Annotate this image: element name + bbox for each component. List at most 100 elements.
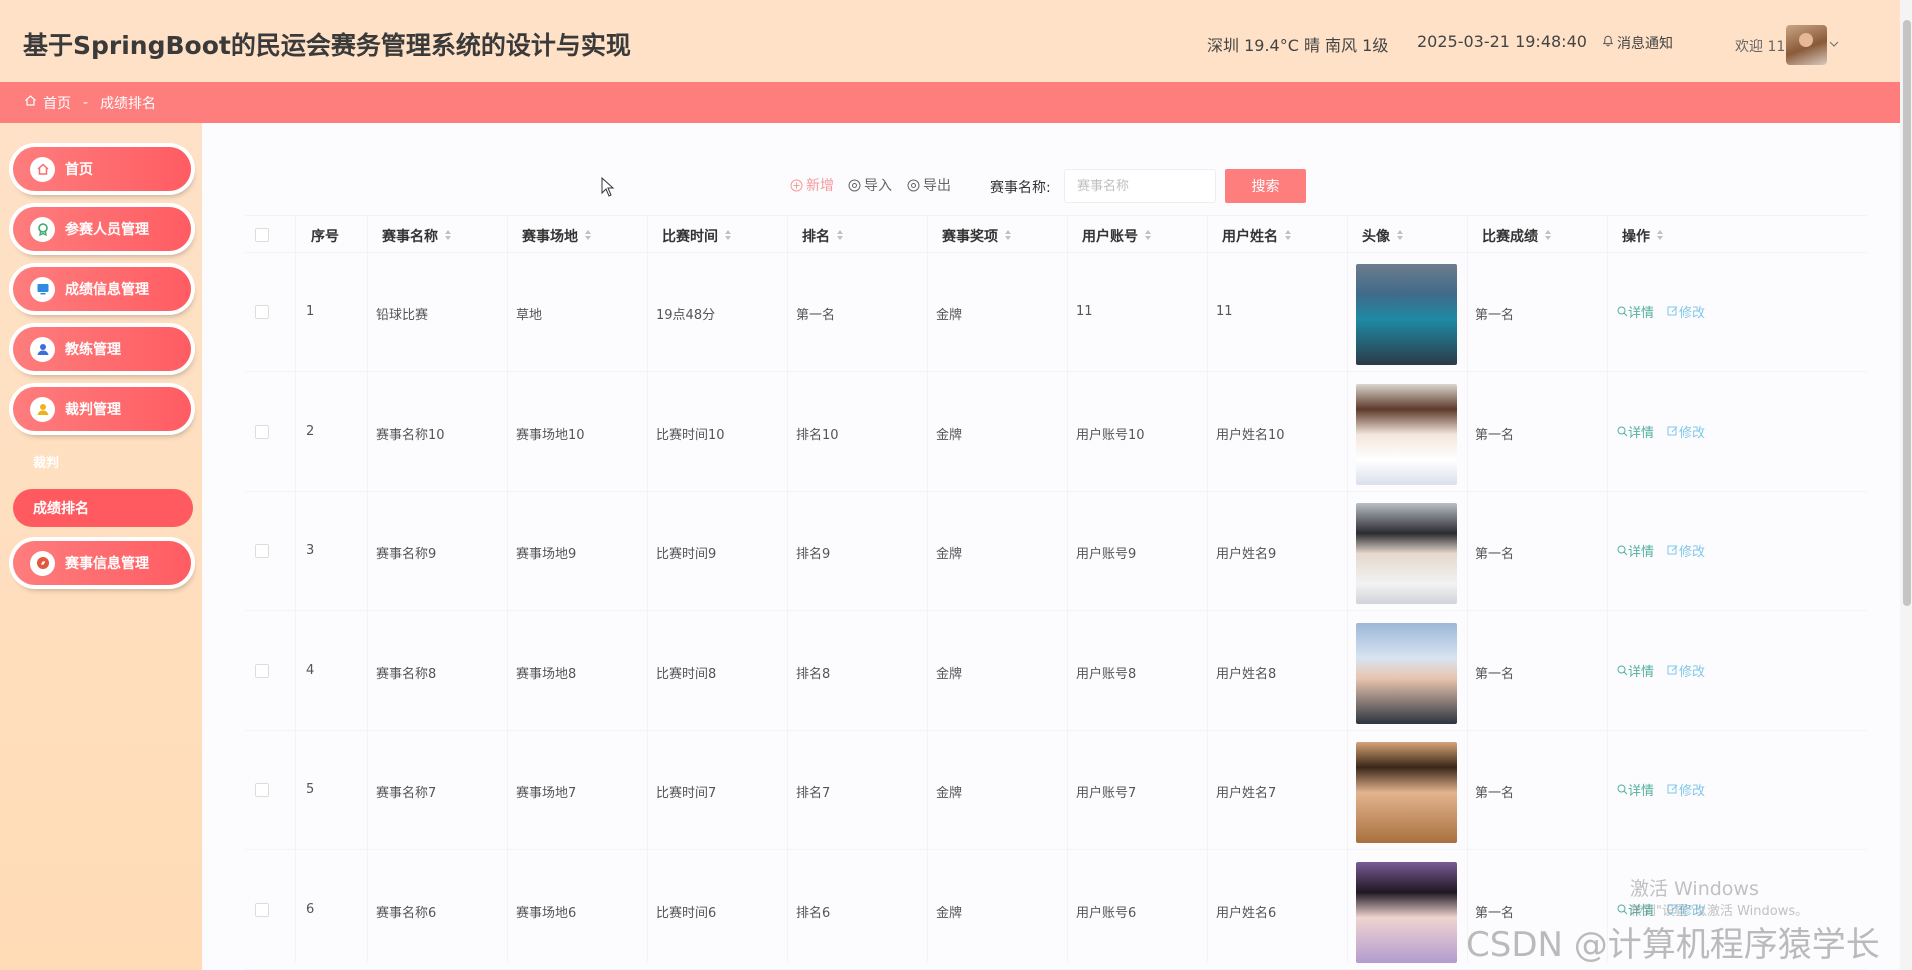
sort-icon[interactable] [1544, 230, 1552, 244]
edit-button[interactable]: 修改 [1667, 422, 1705, 441]
chevron-down-icon[interactable] [1829, 38, 1839, 51]
add-button[interactable]: 新增 [790, 175, 834, 195]
csdn-watermark: CSDN @计算机程序猿学长 [1466, 925, 1880, 965]
compass-icon [30, 550, 55, 576]
table-row: 2 赛事名称10 赛事场地10 比赛时间10 排名10 金牌 用户账号10 用户姓名10 第一名… [245, 373, 1867, 492]
cell-venue: 赛事场地7 [516, 786, 577, 801]
header-label: 用户姓名 [1222, 229, 1278, 245]
export-icon [907, 179, 920, 191]
avatar-thumbnail[interactable] [1356, 264, 1457, 365]
edit-button[interactable]: 修改 [1667, 780, 1705, 799]
cell-time: 19点48分 [656, 308, 716, 323]
cell-time: 比赛时间7 [656, 786, 717, 801]
import-icon [848, 179, 861, 191]
cell-award: 金牌 [936, 905, 963, 921]
avatar-thumbnail[interactable] [1356, 383, 1457, 485]
cell-award: 金牌 [936, 427, 963, 443]
avatar-thumbnail[interactable] [1356, 503, 1457, 604]
header-label: 用户账号 [1082, 229, 1138, 245]
detail-button[interactable]: 详情 [1617, 302, 1654, 321]
header-label: 比赛时间 [662, 229, 718, 245]
sidebar-item-participants[interactable]: 参赛人员管理 [13, 207, 191, 251]
sort-icon[interactable] [584, 230, 592, 244]
header-col-time[interactable]: 比赛时间 [662, 226, 732, 246]
header-col-score[interactable]: 比赛成绩 [1482, 226, 1552, 246]
table-row: 4 赛事名称8 赛事场地8 比赛时间8 排名8 金牌 用户账号8 用户姓名8 第一名 详情 修改 [245, 612, 1867, 731]
notification-label: 消息通知 [1617, 36, 1673, 52]
sort-icon[interactable] [1004, 230, 1012, 244]
scrollbar-thumb[interactable] [1903, 20, 1911, 606]
edit-label: 修改 [1679, 425, 1706, 441]
breadcrumb-home[interactable]: 首页 [43, 93, 71, 113]
header-col-award[interactable]: 赛事奖项 [942, 226, 1012, 246]
header-col-venue[interactable]: 赛事场地 [522, 226, 592, 246]
notification-link[interactable]: 消息通知 [1602, 33, 1673, 53]
sidebar-item-referees[interactable]: 裁判管理 [13, 387, 191, 431]
header-col-event-name[interactable]: 赛事名称 [382, 226, 452, 246]
sidebar-item-events[interactable]: 赛事信息管理 [13, 541, 191, 585]
user-icon [30, 336, 55, 362]
header-col-account[interactable]: 用户账号 [1082, 226, 1152, 246]
cell-account: 用户账号7 [1076, 786, 1137, 801]
sidebar-item-home[interactable]: 首页 [13, 147, 191, 191]
export-button[interactable]: 导出 [907, 175, 951, 195]
search-icon [1617, 426, 1628, 436]
header-label: 赛事奖项 [942, 229, 998, 245]
sidebar-item-label: 教练管理 [65, 342, 121, 358]
search-input[interactable] [1064, 169, 1216, 203]
submenu-label[interactable]: 裁判 [33, 452, 59, 471]
header-label: 头像 [1362, 229, 1390, 245]
cell-event-name: 赛事名称6 [376, 905, 437, 921]
avatar-thumbnail[interactable] [1356, 861, 1457, 963]
avatar[interactable] [1786, 25, 1827, 65]
header-col-avatar[interactable]: 头像 [1362, 226, 1404, 246]
search-label: 赛事名称: [990, 180, 1051, 196]
avatar-thumbnail[interactable] [1356, 742, 1457, 843]
search-icon [1617, 904, 1628, 914]
sort-icon[interactable] [1656, 230, 1664, 244]
detail-button[interactable]: 详情 [1617, 541, 1654, 560]
sort-icon[interactable] [1144, 230, 1152, 244]
detail-label: 详情 [1628, 784, 1655, 799]
row-checkbox[interactable] [255, 544, 269, 558]
cell-rank: 排名8 [796, 666, 831, 682]
edit-button[interactable]: 修改 [1667, 302, 1705, 321]
sort-icon[interactable] [724, 230, 732, 244]
weather-info: 深圳 19.4°C 晴 南风 1级 [1207, 36, 1389, 55]
header-col-username[interactable]: 用户姓名 [1222, 226, 1292, 246]
detail-button[interactable]: 详情 [1617, 780, 1654, 799]
sidebar-item-rankings[interactable]: 成绩排名 [13, 489, 193, 527]
header-label: 赛事场地 [522, 229, 578, 245]
row-checkbox[interactable] [255, 305, 269, 319]
row-checkbox[interactable] [255, 424, 269, 439]
cell-rank: 排名6 [796, 905, 831, 921]
cell-account: 11 [1076, 304, 1093, 319]
sidebar-item-coaches[interactable]: 教练管理 [13, 327, 191, 371]
sort-icon[interactable] [836, 230, 844, 244]
cell-event-name: 赛事名称7 [376, 786, 437, 801]
edit-button[interactable]: 修改 [1667, 541, 1705, 560]
cell-award: 金牌 [936, 308, 963, 323]
row-checkbox[interactable] [255, 783, 269, 797]
header-col-rank[interactable]: 排名 [802, 226, 844, 246]
header-col-actions[interactable]: 操作 [1622, 226, 1664, 246]
sort-icon[interactable] [1284, 230, 1292, 244]
cell-rank: 排名10 [796, 427, 839, 443]
edit-button[interactable]: 修改 [1667, 661, 1705, 680]
detail-button[interactable]: 详情 [1617, 422, 1654, 441]
cell-time: 比赛时间6 [656, 905, 717, 921]
row-checkbox[interactable] [255, 663, 269, 678]
sort-icon[interactable] [1396, 230, 1404, 244]
select-all-checkbox[interactable] [255, 228, 269, 242]
sort-icon[interactable] [444, 230, 452, 244]
row-checkbox[interactable] [255, 902, 269, 917]
avatar-thumbnail[interactable] [1356, 622, 1457, 724]
cell-venue: 赛事场地8 [516, 666, 577, 682]
sidebar-item-scores[interactable]: 成绩信息管理 [13, 267, 191, 311]
detail-button[interactable]: 详情 [1617, 661, 1654, 680]
cell-username: 11 [1216, 304, 1233, 319]
cell-no: 4 [306, 662, 315, 678]
cell-time: 比赛时间8 [656, 666, 717, 682]
search-button[interactable]: 搜索 [1225, 169, 1306, 203]
import-button[interactable]: 导入 [848, 175, 892, 195]
